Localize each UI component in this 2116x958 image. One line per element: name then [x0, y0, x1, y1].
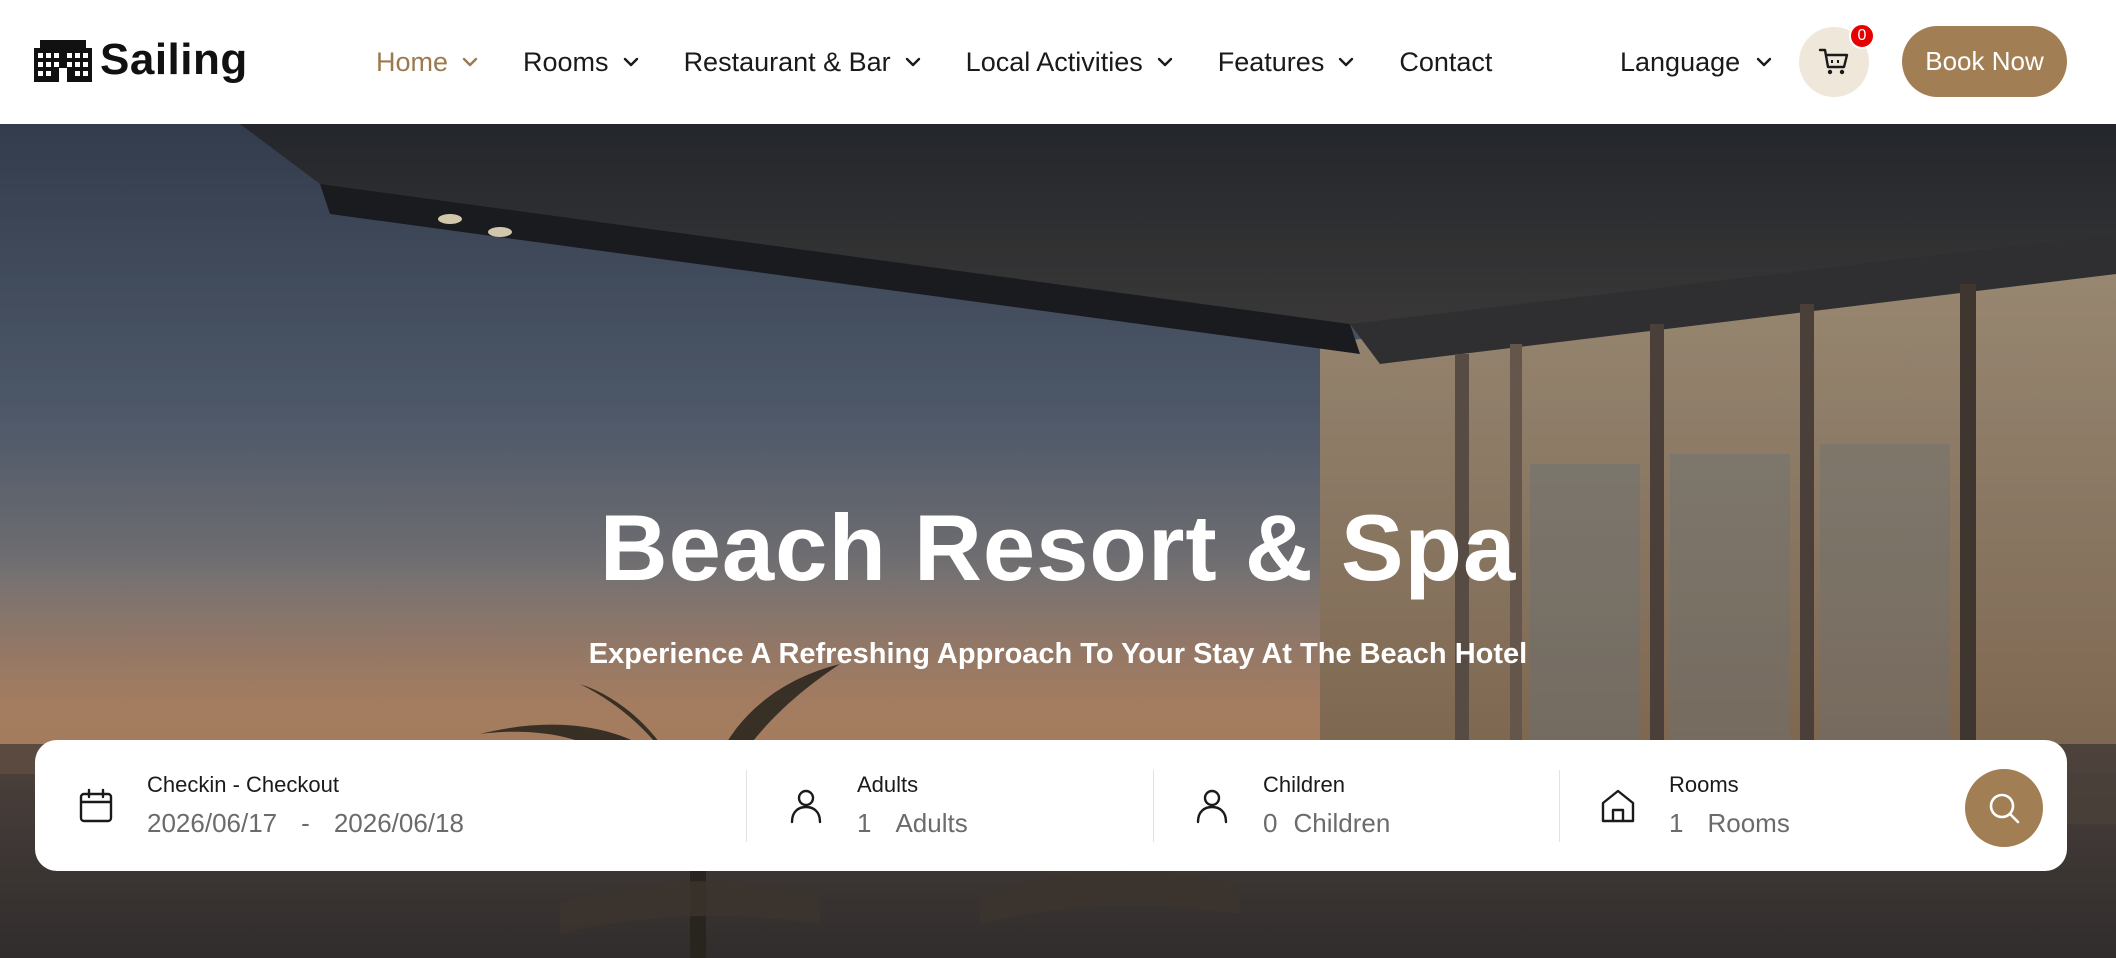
cart-count-badge: 0	[1849, 23, 1875, 49]
search-button[interactable]	[1965, 769, 2043, 847]
cart-button[interactable]: 0	[1799, 23, 1875, 97]
checkout-date[interactable]: 2026/06/18	[334, 808, 464, 839]
nav-item-restaurant-bar[interactable]: Restaurant & Bar	[684, 47, 921, 78]
site-header: Sailing Home Rooms Restaurant & Bar Loca…	[0, 0, 2116, 124]
rooms-label: Rooms	[1669, 772, 1739, 797]
chevron-down-icon	[1756, 57, 1772, 67]
calendar-icon	[79, 788, 113, 822]
site-logo[interactable]: Sailing	[34, 34, 248, 86]
nav-label: Local Activities	[965, 46, 1143, 77]
children-field[interactable]: Children 0 Children	[1193, 740, 1390, 871]
nav-label: Restaurant & Bar	[683, 46, 891, 77]
chevron-down-icon	[623, 57, 638, 67]
nav-item-local-activities[interactable]: Local Activities	[966, 47, 1173, 78]
date-range-label: Checkin - Checkout	[147, 772, 339, 797]
chevron-down-icon	[1339, 57, 1354, 67]
rooms-field[interactable]: Rooms 1 Rooms	[1599, 740, 1790, 871]
search-icon	[1989, 793, 2020, 824]
nav-label: Rooms	[523, 46, 609, 77]
rooms-count[interactable]: 1	[1669, 808, 1683, 839]
language-selector[interactable]: Language	[1620, 40, 1772, 84]
children-count[interactable]: 0	[1263, 808, 1277, 839]
date-separator: -	[301, 808, 310, 838]
book-now-button[interactable]: Book Now	[1902, 26, 2067, 97]
rooms-unit: Rooms	[1707, 808, 1790, 838]
nav-label: Features	[1217, 46, 1325, 77]
adults-count[interactable]: 1	[857, 808, 871, 839]
nav-label: Contact	[1399, 46, 1493, 77]
chevron-down-icon	[905, 57, 920, 67]
field-divider	[746, 770, 747, 842]
hero-title: Beach Resort & Spa	[599, 495, 1517, 600]
person-icon	[1196, 789, 1228, 823]
children-unit: Children	[1293, 808, 1391, 838]
field-divider	[1559, 770, 1560, 842]
language-label: Language	[1620, 46, 1741, 77]
brand-name: Sailing	[100, 35, 248, 84]
adults-label: Adults	[857, 772, 919, 797]
children-label: Children	[1263, 772, 1345, 797]
field-divider	[1153, 770, 1154, 842]
chevron-down-icon	[462, 57, 478, 67]
nav-item-features[interactable]: Features	[1218, 47, 1355, 78]
hotel-building-icon	[34, 40, 92, 82]
person-icon	[790, 789, 822, 823]
main-nav: Home Rooms Restaurant & Bar Local Activi…	[376, 40, 1537, 84]
nav-item-rooms[interactable]: Rooms	[523, 47, 639, 78]
nav-item-home[interactable]: Home	[376, 47, 478, 78]
nav-label: Home	[376, 46, 449, 77]
adults-unit: Adults	[895, 808, 968, 838]
nav-item-contact[interactable]: Contact	[1399, 47, 1492, 78]
booking-search-bar: Checkin - Checkout 2026/06/17 - 2026/06/…	[35, 740, 2067, 871]
chevron-down-icon	[1157, 57, 1172, 67]
home-icon	[1601, 789, 1635, 822]
cart-icon	[1818, 48, 1849, 75]
hero-subtitle: Experience A Refreshing Approach To Your…	[588, 638, 1528, 670]
adults-field[interactable]: Adults 1 Adults	[787, 740, 968, 871]
date-range-field[interactable]: Checkin - Checkout 2026/06/17 - 2026/06/…	[77, 740, 464, 871]
checkin-date[interactable]: 2026/06/17	[147, 808, 277, 839]
